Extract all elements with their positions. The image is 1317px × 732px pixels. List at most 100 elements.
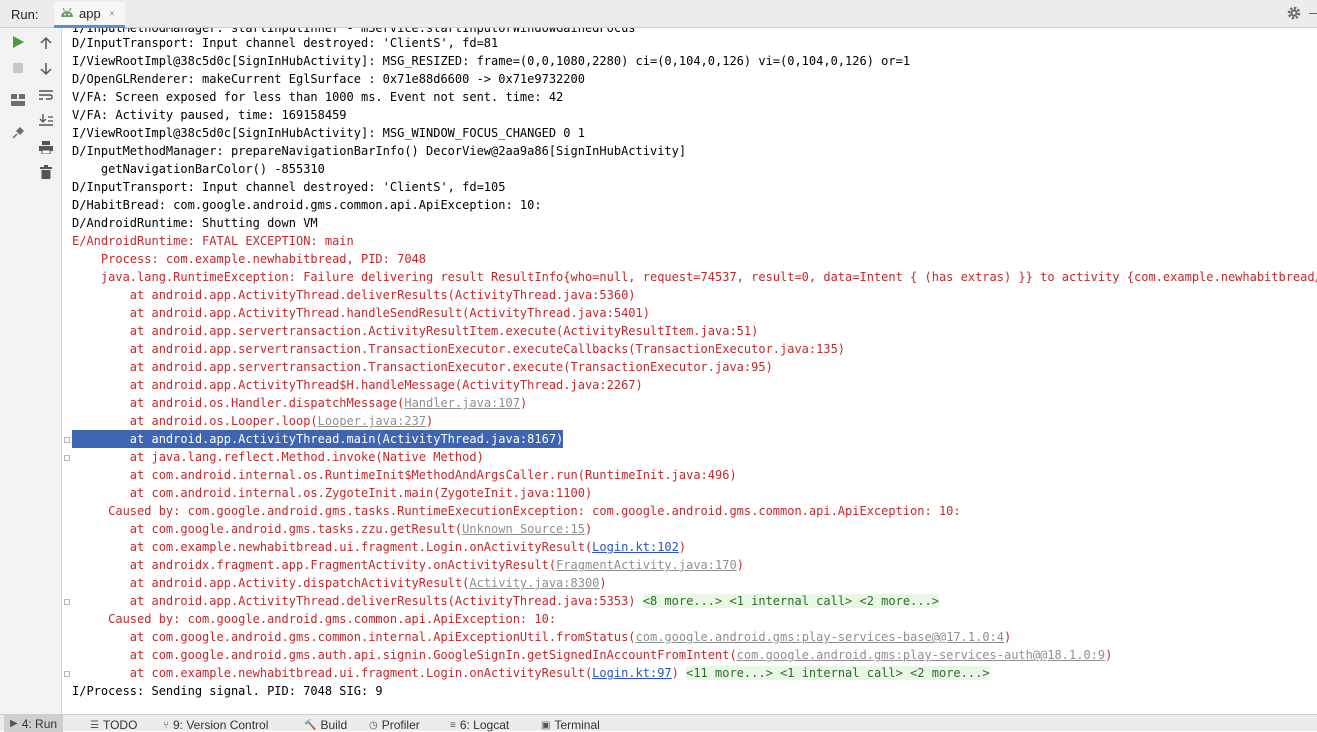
trash-icon[interactable] — [37, 163, 55, 181]
terminal-icon: ▣ — [541, 719, 551, 731]
console-line-text: at com.android.internal.os.ZygoteInit.ma… — [72, 486, 593, 500]
gear-icon[interactable] — [1286, 5, 1302, 21]
console-line-text: V/FA: Activity paused, time: 169158459 — [72, 108, 347, 122]
folded-frames[interactable]: <11 more...> <1 internal call> <2 more..… — [686, 666, 990, 680]
print-icon[interactable] — [37, 138, 55, 156]
console-line: at com.example.newhabitbread.ui.fragment… — [72, 538, 686, 556]
console-line: I/ViewRootImpl@38c5d0c[SignInHubActivity… — [72, 52, 910, 70]
branch-icon: ⑂ — [163, 719, 169, 731]
console-line-text: at com.google.android.gms.tasks.zzu.getR… — [72, 522, 463, 536]
console-line-text: at androidx.fragment.app.FragmentActivit… — [72, 558, 557, 572]
console-line-text: D/InputTransport: Input channel destroye… — [72, 180, 506, 194]
console-line: at java.lang.reflect.Method.invoke(Nativ… — [72, 448, 484, 466]
source-link[interactable]: Looper.java:237 — [318, 414, 426, 428]
console-line-suffix: ) — [584, 522, 593, 536]
console-line: D/InputTransport: Input channel destroye… — [72, 178, 505, 196]
console-line: at android.app.servertransaction.Activit… — [72, 322, 759, 340]
console-line-text: I/ViewRootImpl@38c5d0c[SignInHubActivity… — [72, 126, 585, 140]
source-link[interactable]: Handler.java:107 — [404, 396, 520, 410]
fold-marker-icon[interactable] — [64, 455, 70, 461]
fold-marker-icon[interactable] — [64, 437, 70, 443]
expand-fold-icon[interactable] — [64, 599, 70, 605]
tab-run[interactable]: ▶ 4: Run — [4, 715, 64, 732]
console-line: at com.google.android.gms.auth.api.signi… — [72, 646, 1113, 664]
run-icon: ▶ — [10, 718, 18, 729]
tab-todo[interactable]: ☰ TODO — [90, 718, 137, 732]
console-line: at com.google.android.gms.tasks.zzu.getR… — [72, 520, 592, 538]
console-line: at android.app.Activity.dispatchActivity… — [72, 574, 607, 592]
console-line: V/FA: Screen exposed for less than 1000 … — [72, 88, 563, 106]
console-line-text: at com.google.android.gms.common.interna… — [72, 630, 636, 644]
console-line: at android.app.ActivityThread.deliverRes… — [72, 592, 939, 610]
layout-icon[interactable] — [9, 91, 27, 109]
up-arrow-icon[interactable] — [37, 34, 55, 52]
tab-profiler[interactable]: ◷ Profiler — [369, 718, 420, 732]
console-output[interactable]: I/InputMethodManager: startInputInner - … — [72, 28, 1317, 714]
console-line: V/FA: Activity paused, time: 169158459 — [72, 106, 347, 124]
console-line: at android.os.Looper.loop(Looper.java:23… — [72, 412, 433, 430]
console-line-suffix: ) — [671, 666, 687, 680]
console-line-suffix: ) — [678, 540, 687, 554]
console-line-text: D/HabitBread: com.google.android.gms.com… — [72, 198, 542, 212]
tab-build[interactable]: 🔨 Build — [304, 718, 347, 732]
console-line-text: at android.app.servertransaction.Transac… — [72, 360, 773, 374]
console-line-text: java.lang.RuntimeException: Failure deli… — [100, 270, 1317, 284]
tab-label: TODO — [102, 718, 138, 732]
selected-console-line: at android.app.ActivityThread.main(Activ… — [72, 430, 564, 448]
tab-logcat[interactable]: ≡ 6: Logcat — [450, 718, 509, 732]
source-link[interactable]: com.google.android.gms:play-services-bas… — [636, 630, 1004, 644]
rerun-icon[interactable] — [9, 33, 27, 51]
console-line: at android.app.servertransaction.Transac… — [72, 340, 845, 358]
source-link[interactable]: Unknown Source:15 — [462, 522, 585, 536]
console-line: at android.app.servertransaction.Transac… — [72, 358, 773, 376]
soft-wrap-icon[interactable] — [37, 86, 55, 104]
folded-frames[interactable]: <8 more...> <1 internal call> <2 more...… — [642, 594, 939, 608]
scroll-to-end-icon[interactable] — [37, 111, 55, 129]
console-line-text: at android.app.ActivityThread.handleSend… — [72, 306, 650, 320]
console-line-suffix: ) — [426, 414, 434, 428]
list-icon: ☰ — [90, 719, 99, 731]
console-line-text: V/FA: Screen exposed for less than 1000 … — [72, 90, 564, 104]
source-link[interactable]: Login.kt:102 — [592, 540, 679, 554]
tab-label: 9: Version Control — [173, 718, 269, 732]
console-line-text: at android.app.ActivityThread.deliverRes… — [72, 288, 636, 302]
console-line-text: D/InputTransport: Input channel destroye… — [72, 36, 499, 50]
console-line: at android.app.ActivityThread$H.handleMe… — [72, 376, 643, 394]
console-line-text: at java.lang.reflect.Method.invoke(Nativ… — [72, 450, 484, 464]
console-line: java.lang.RuntimeException: Failure deli… — [72, 268, 1317, 286]
console-line: at android.os.Handler.dispatchMessage(Ha… — [72, 394, 527, 412]
console-line: Process: com.example.newhabitbread, PID:… — [72, 250, 426, 268]
hammer-icon: 🔨 — [304, 719, 317, 731]
down-arrow-icon[interactable] — [37, 60, 55, 78]
console-line: D/HabitBread: com.google.android.gms.com… — [72, 196, 542, 214]
tab-label: Terminal — [554, 718, 600, 732]
console-line-text: Process: com.example.newhabitbread, PID:… — [72, 252, 427, 266]
console-line-text: at android.app.ActivityThread.main(Activ… — [72, 432, 564, 446]
tab-app[interactable]: app × — [54, 2, 126, 28]
console-line: Caused by: com.google.android.gms.common… — [72, 610, 556, 628]
tab-terminal[interactable]: ▣ Terminal — [541, 718, 600, 732]
console-line-text: at android.app.servertransaction.Activit… — [72, 324, 759, 338]
console-line: at android.app.ActivityThread.handleSend… — [72, 304, 650, 322]
close-icon[interactable]: × — [109, 8, 115, 20]
pin-icon[interactable] — [9, 124, 27, 142]
source-link[interactable]: Login.kt:97 — [592, 666, 671, 680]
console-line-suffix: ) — [1004, 630, 1012, 644]
source-link[interactable]: com.google.android.gms:play-services-aut… — [737, 648, 1105, 662]
tab-version-control[interactable]: ⑂ 9: Version Control — [163, 718, 268, 732]
gauge-icon: ◷ — [369, 719, 378, 731]
stop-icon[interactable] — [9, 59, 27, 77]
console-line-text: at android.app.ActivityThread$H.handleMe… — [72, 378, 643, 392]
tab-label: Build — [320, 718, 348, 732]
console-line-text: I/ViewRootImpl@38c5d0c[SignInHubActivity… — [72, 54, 911, 68]
console-line: I/ViewRootImpl@38c5d0c[SignInHubActivity… — [72, 124, 585, 142]
console-line: at com.android.internal.os.RuntimeInit$M… — [72, 466, 737, 484]
expand-fold-icon[interactable] — [64, 671, 70, 677]
run-tool-window-header: Run: app × — [0, 0, 1317, 28]
console-line-text: at com.example.newhabitbread.ui.fragment… — [72, 666, 593, 680]
console-line-text: at com.android.internal.os.RuntimeInit$M… — [72, 468, 737, 482]
minimize-icon[interactable] — [1309, 13, 1317, 14]
source-link[interactable]: FragmentActivity.java:170 — [556, 558, 737, 572]
source-link[interactable]: Activity.java:8300 — [469, 576, 599, 590]
console-line: at com.google.android.gms.common.interna… — [72, 628, 1011, 646]
